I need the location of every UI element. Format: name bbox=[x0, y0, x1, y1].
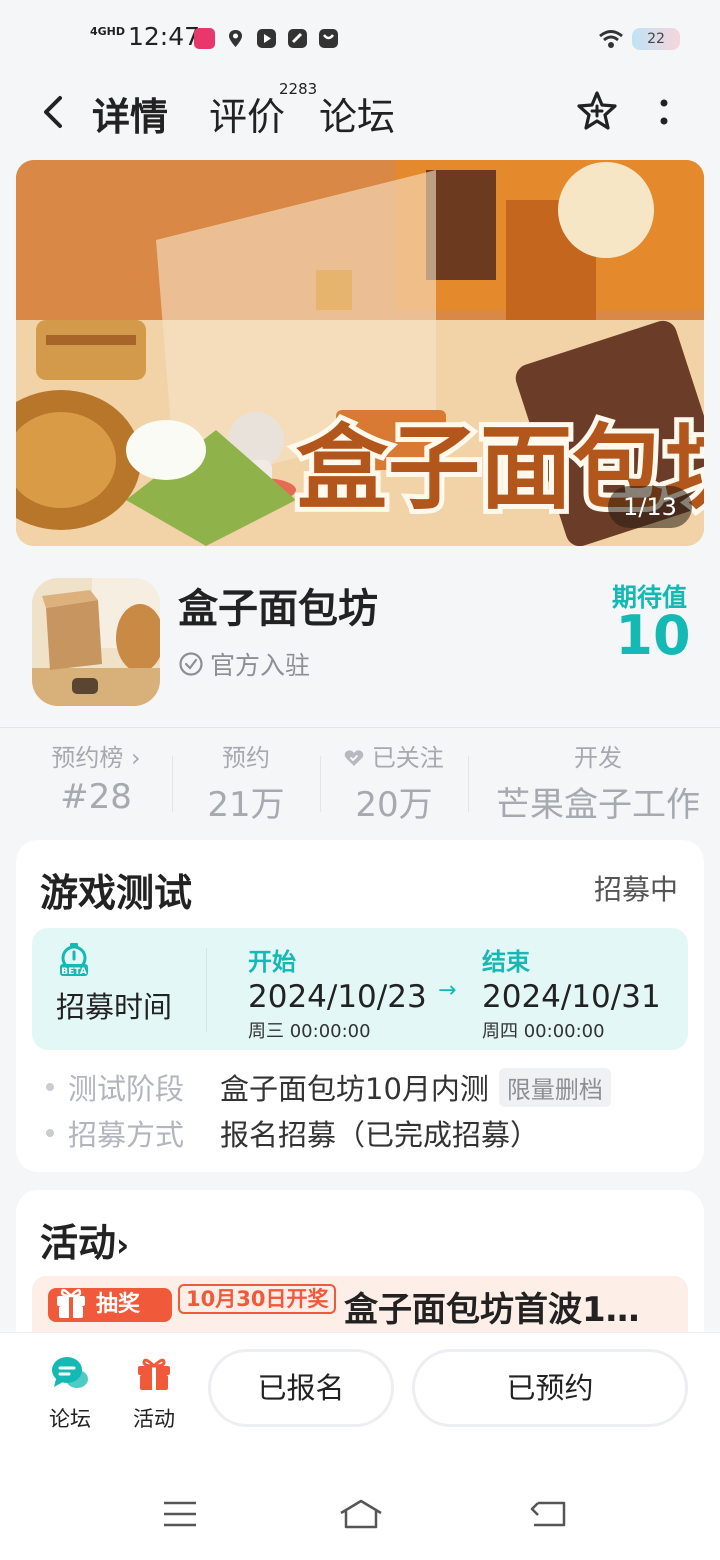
card-title: 游戏测试 bbox=[40, 871, 193, 915]
expectation-value: 10 bbox=[615, 604, 691, 667]
tab-label: 论坛 bbox=[319, 95, 396, 139]
status-time: 12:47 bbox=[128, 22, 201, 51]
official-badge: 官方入驻 bbox=[178, 646, 310, 682]
tab-forum[interactable]: 论坛 bbox=[319, 86, 395, 141]
recruit-method-row: 招募方式 报名招募（已完成招募） bbox=[46, 1112, 539, 1154]
bottom-action-bar: 论坛 活动 已报名 已预约 bbox=[0, 1332, 720, 1452]
info-key: 测试阶段 bbox=[68, 1072, 185, 1106]
stat-divider bbox=[468, 756, 469, 812]
stat-followers: 已关注 20万 bbox=[320, 738, 468, 826]
reserved-button[interactable]: 已预约 bbox=[412, 1349, 688, 1427]
home-icon[interactable] bbox=[338, 1498, 384, 1530]
info-value: 盒子面包坊10月内测 bbox=[220, 1072, 489, 1106]
beta-timer-icon: BETA bbox=[60, 943, 88, 977]
activity-text: 盒子面包坊首波1… bbox=[344, 1290, 640, 1330]
gift-icon bbox=[138, 1358, 170, 1390]
end-date: 2024/10/31 bbox=[482, 979, 661, 1015]
bottom-activity-label: 活动 bbox=[133, 1407, 175, 1431]
menu-icon[interactable] bbox=[160, 1498, 200, 1530]
review-count: 2283 bbox=[279, 80, 318, 98]
screenshot-carousel[interactable]: 盒子面包坊 1/13 bbox=[16, 160, 704, 546]
stat-label: 预约榜 › bbox=[51, 744, 141, 772]
verified-check-icon bbox=[179, 652, 203, 676]
end-time-column: 结束 2024/10/31 周四 00:00:00 bbox=[482, 942, 661, 1043]
bottom-forum-button[interactable]: 论坛 bbox=[38, 1353, 102, 1433]
stat-value: 21万 bbox=[207, 785, 285, 825]
game-title: 盒子面包坊 bbox=[178, 586, 378, 632]
app-notification-icon bbox=[194, 28, 215, 49]
link-icon bbox=[288, 29, 307, 48]
game-screenshot-image: 盒子面包坊 bbox=[16, 160, 704, 546]
chevron-right-icon: › bbox=[116, 1226, 130, 1264]
back-nav-icon[interactable] bbox=[528, 1498, 568, 1530]
activity-title[interactable]: 活动› bbox=[40, 1212, 129, 1267]
activity-card: 活动› 抽奖 10月30日开奖 盒子面包坊首波1… bbox=[16, 1190, 704, 1350]
info-key: 招募方式 bbox=[68, 1118, 185, 1152]
stat-value: #28 bbox=[60, 777, 132, 817]
game-app-icon bbox=[32, 578, 160, 706]
svg-text:BETA: BETA bbox=[61, 967, 86, 977]
official-label: 官方入驻 bbox=[210, 651, 311, 680]
stat-label: 开发 bbox=[574, 744, 622, 772]
tab-detail[interactable]: 详情 bbox=[86, 86, 175, 141]
network-indicator: 4GHD bbox=[90, 25, 126, 38]
status-bar: 4GHD 12:47 22 bbox=[0, 0, 720, 74]
bullet bbox=[46, 1083, 54, 1091]
stat-reservations: 预约 21万 bbox=[172, 738, 320, 826]
favorite-star-icon[interactable] bbox=[576, 90, 618, 132]
start-time: 周三 00:00:00 bbox=[248, 1021, 371, 1042]
bag-icon bbox=[319, 29, 338, 48]
signed-up-button[interactable]: 已报名 bbox=[208, 1349, 394, 1427]
start-label: 开始 bbox=[248, 948, 296, 976]
battery-indicator: 22 bbox=[632, 28, 680, 50]
top-nav: 详情 评价 2283 论坛 bbox=[0, 74, 720, 150]
stats-row: 预约榜 › #28 预约 21万 已关注 20万 开发 芒果盒子工作 bbox=[0, 738, 720, 828]
lottery-label: 抽奖 bbox=[96, 1292, 141, 1317]
tab-review[interactable]: 评价 2283 bbox=[209, 80, 317, 141]
start-time-column: 开始 2024/10/23 周三 00:00:00 bbox=[248, 942, 427, 1043]
info-value: 报名招募（已完成招募） bbox=[220, 1118, 540, 1152]
stat-reservation-rank[interactable]: 预约榜 › #28 bbox=[20, 738, 172, 817]
test-stage-row: 测试阶段 盒子面包坊10月内测 限量删档 bbox=[46, 1066, 611, 1108]
recruit-time-box: BETA 招募时间 开始 2024/10/23 周三 00:00:00 → 结束… bbox=[32, 928, 688, 1050]
notification-icons bbox=[194, 28, 339, 49]
recruit-status: 招募中 bbox=[593, 873, 678, 906]
game-test-card: 游戏测试 招募中 BETA 招募时间 开始 2024/10/23 周三 00:0… bbox=[16, 840, 704, 1172]
end-label: 结束 bbox=[482, 948, 530, 976]
system-navigation-bar bbox=[0, 1452, 720, 1560]
stat-label: 已关注 bbox=[320, 738, 468, 773]
carousel-counter: 1/13 bbox=[608, 486, 692, 528]
location-icon bbox=[229, 30, 242, 47]
stat-value: 20万 bbox=[355, 785, 433, 825]
forum-chat-icon bbox=[52, 1357, 88, 1388]
divider bbox=[206, 948, 207, 1032]
draw-date-tag: 10月30日开奖 bbox=[178, 1284, 337, 1314]
bottom-forum-label: 论坛 bbox=[49, 1407, 91, 1431]
heart-check-icon bbox=[344, 750, 364, 766]
start-date: 2024/10/23 bbox=[248, 979, 427, 1015]
bottom-activity-button[interactable]: 活动 bbox=[122, 1353, 186, 1433]
tab-label: 详情 bbox=[92, 95, 169, 139]
limit-tag: 限量删档 bbox=[498, 1067, 611, 1107]
lottery-tag: 抽奖 bbox=[48, 1288, 172, 1322]
more-options-icon[interactable] bbox=[652, 96, 676, 128]
gift-icon bbox=[57, 1288, 85, 1318]
arrow-right-icon: → bbox=[438, 978, 457, 1003]
tab-label: 评价 bbox=[209, 95, 286, 139]
end-time: 周四 00:00:00 bbox=[482, 1021, 605, 1042]
recruit-time-label: 招募时间 bbox=[56, 990, 173, 1024]
chevron-right-icon: › bbox=[123, 744, 141, 772]
stat-label: 预约 bbox=[222, 744, 270, 772]
stat-developer[interactable]: 开发 芒果盒子工作 bbox=[476, 738, 720, 826]
wifi-icon bbox=[599, 30, 623, 48]
stat-value: 芒果盒子工作 bbox=[496, 785, 700, 825]
bullet bbox=[46, 1129, 54, 1137]
divider bbox=[0, 727, 720, 728]
play-icon bbox=[257, 29, 276, 48]
back-icon[interactable] bbox=[38, 94, 68, 130]
